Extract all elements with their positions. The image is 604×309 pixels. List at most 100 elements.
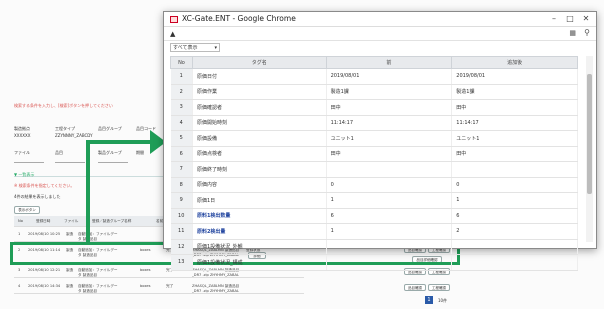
- scrollbar-thumb[interactable]: [587, 74, 592, 194]
- before-value: 1: [326, 192, 453, 209]
- col-header: 登録／製造グループ名称: [92, 219, 132, 223]
- after-value: [451, 239, 578, 255]
- before-value: 田中: [326, 99, 453, 116]
- tag-name: 原価点検者: [192, 146, 327, 162]
- chrome-popup-window: XC-Gate.ENT - Google Chrome – □ ✕ ▲ ▦ ⚲ …: [163, 11, 597, 271]
- arrow-horizontal: [86, 140, 156, 144]
- field-value[interactable]: XXXXXX: [14, 133, 30, 138]
- tag-name: 原価日付: [192, 68, 327, 85]
- after-value: [451, 161, 578, 178]
- tag-name: 原価開始時刻: [192, 115, 327, 131]
- arrow-vertical: [86, 140, 90, 244]
- col-header: No: [18, 219, 23, 223]
- list-title: ▼ 一覧表示: [14, 172, 35, 177]
- search-button[interactable]: 表示ボタン: [14, 206, 40, 214]
- page-current[interactable]: 1: [425, 296, 433, 304]
- col-header-before: 前: [325, 56, 453, 69]
- tag-name: 原料2検出量: [192, 223, 327, 240]
- tag-name: 原価終了時刻: [192, 161, 327, 178]
- col-header-after: 追加後: [451, 56, 578, 69]
- title-bar: XC-Gate.ENT - Google Chrome – □ ✕: [164, 12, 596, 27]
- lock-icon: ▲: [170, 30, 176, 38]
- table-row[interactable]: 1 原価日付 2019/08/01 2019/08/01: [170, 68, 578, 85]
- tag-name: 原価確認者: [192, 99, 327, 116]
- after-value: 2: [451, 223, 578, 240]
- tag-name: 原価1設備状況_構成: [192, 254, 327, 271]
- process-confirm-button[interactable]: 工程確認: [428, 284, 450, 291]
- minimize-icon[interactable]: –: [548, 14, 560, 23]
- after-value: [451, 254, 578, 271]
- per-page-select[interactable]: 10件: [438, 298, 447, 303]
- bg-note: ※ 検索条件を指定してください。: [14, 183, 75, 188]
- item-confirm-button[interactable]: 品目確認: [404, 284, 426, 291]
- tag-name: 原価設備: [192, 130, 327, 147]
- row-number: 8: [170, 177, 193, 193]
- row-number: 7: [170, 161, 193, 178]
- zoom-icon[interactable]: ⚲: [584, 28, 590, 37]
- row-number: 6: [170, 146, 193, 162]
- table-row[interactable]: 11 原料2検出量 1 2: [170, 223, 578, 240]
- scrollbar[interactable]: [586, 56, 593, 242]
- field-label: 品目グループ: [98, 126, 122, 131]
- table-row[interactable]: 5 原価設備 ユニット1 ユニット1: [170, 130, 578, 147]
- table-row[interactable]: 3 原価確認者 田中 田中: [170, 99, 578, 116]
- before-value: 0: [326, 177, 453, 193]
- browser-toolbar: ▲ ▦ ⚲: [164, 27, 596, 41]
- after-value: 田中: [451, 99, 578, 116]
- row-number: 11: [170, 223, 193, 240]
- tag-name: 原価1日: [192, 192, 327, 209]
- app-icon: [170, 16, 178, 23]
- tag-name: 原価内容: [192, 177, 327, 193]
- table-row[interactable]: 10 原料1検出数量 6 6: [170, 208, 578, 224]
- table-row[interactable]: 2 原価作業 製造1課 製造1課: [170, 84, 578, 100]
- row-number: 4: [170, 115, 193, 131]
- table-row[interactable]: 13 原価1設備状況_構成: [170, 254, 578, 271]
- group-select[interactable]: [98, 158, 128, 163]
- field-value[interactable]: ZZYNNNY_ZABCDY: [55, 133, 93, 138]
- col-header: ファイル: [64, 219, 79, 223]
- result-label: 4件の結果を表示しました: [14, 194, 61, 199]
- table-row[interactable]: 4 原価開始時刻 11:14:17 11:14:17: [170, 115, 578, 131]
- col-header: 登録日時: [36, 219, 51, 223]
- table-row[interactable]: 6 原価点検者 田中 田中: [170, 146, 578, 162]
- row-number: 13: [170, 254, 193, 271]
- table-row[interactable]: 8 原価内容 0 0: [170, 177, 578, 193]
- row-number: 12: [170, 239, 193, 255]
- row-number: 9: [170, 192, 193, 209]
- table-row[interactable]: 4 2019/08/10 14:34 製造 自動追加：ファイルデータ 製造品目 …: [14, 280, 304, 294]
- table-row[interactable]: 7 原価終了時刻: [170, 161, 578, 178]
- before-value: 2019/08/01: [326, 68, 453, 85]
- row-number: 5: [170, 130, 193, 147]
- after-value: 11:14:17: [451, 115, 578, 131]
- tag-name: 原価1設備状況_外観: [192, 239, 327, 255]
- field-label: ファイル: [14, 150, 30, 155]
- table-row[interactable]: 9 原価1日 1 1: [170, 192, 578, 209]
- row-number: 2: [170, 84, 193, 100]
- field-label: 製造拠点: [14, 126, 30, 131]
- display-filter-select[interactable]: すべて表示 ▾: [170, 43, 220, 52]
- maximize-icon[interactable]: □: [564, 14, 576, 23]
- field-label: 製品グループ: [98, 150, 122, 155]
- file-select[interactable]: [14, 158, 44, 163]
- after-value: ユニット1: [451, 130, 578, 147]
- close-icon[interactable]: ✕: [580, 14, 592, 23]
- row-number: 10: [170, 208, 193, 224]
- tag-name: 原価作業: [192, 84, 327, 100]
- after-value: 6: [451, 208, 578, 224]
- before-value: 11:14:17: [326, 115, 453, 131]
- field-label: 期間: [136, 150, 144, 155]
- before-value: ユニット1: [326, 130, 453, 147]
- after-value: 2019/08/01: [451, 68, 578, 85]
- field-label: 工程タイプ: [55, 126, 75, 131]
- before-value: 製造1課: [326, 84, 453, 100]
- translate-icon[interactable]: ▦: [569, 29, 576, 37]
- after-value: 製造1課: [451, 84, 578, 100]
- after-value: 1: [451, 192, 578, 209]
- col-header-no: No: [170, 56, 193, 69]
- item-select[interactable]: [55, 158, 85, 163]
- table-row[interactable]: 12 原価1設備状況_外観: [170, 239, 578, 255]
- before-value: 1: [326, 223, 453, 240]
- field-label: 品目: [55, 150, 63, 155]
- row-number: 3: [170, 99, 193, 116]
- before-value: 田中: [326, 146, 453, 162]
